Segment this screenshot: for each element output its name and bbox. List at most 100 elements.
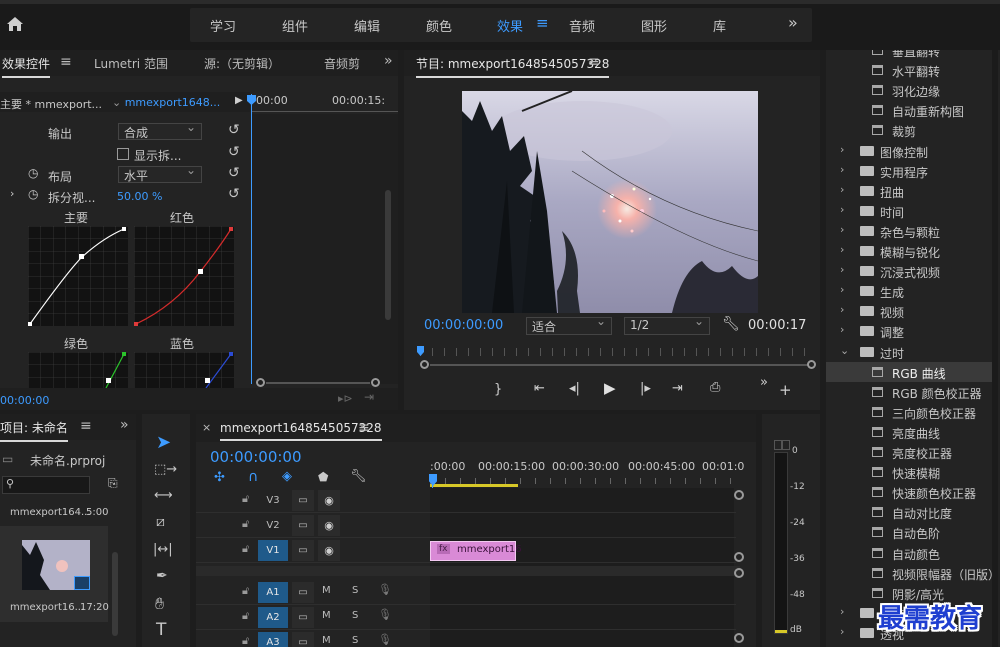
project-menu-icon[interactable]: ≡ xyxy=(80,418,92,434)
work-area-bar[interactable] xyxy=(430,484,518,487)
effects-item[interactable]: 三向颜色校正器 xyxy=(826,402,992,422)
track-select-tool-icon[interactable]: ⬚→ xyxy=(154,462,177,477)
settings-wrench-icon[interactable]: 🔧︎ xyxy=(722,316,740,332)
effects-item[interactable]: 视频限幅器（旧版） xyxy=(826,563,1000,583)
lock-icon[interactable]: 🔓︎ xyxy=(242,542,249,556)
workspace-tab-libraries[interactable]: 库 xyxy=(713,16,726,35)
step-forward-icon[interactable]: |▸ xyxy=(640,381,651,396)
eye-icon[interactable]: ◉ xyxy=(318,490,340,511)
reset-layout-icon[interactable]: ↺ xyxy=(228,165,240,181)
chevron-right-icon[interactable]: › xyxy=(840,223,844,236)
solo-button[interactable]: S xyxy=(352,585,358,596)
lock-icon[interactable]: 🔓︎ xyxy=(242,584,249,598)
program-monitor-title[interactable]: 节目: mmexport1648545057328 xyxy=(416,55,610,78)
output-dropdown[interactable]: 合成 xyxy=(118,123,202,140)
sync-lock-icon[interactable]: ▭ xyxy=(292,515,314,536)
curve-master[interactable] xyxy=(28,226,128,326)
effects-item[interactable]: ›通道 xyxy=(826,643,992,647)
sync-lock-icon[interactable]: ▭ xyxy=(292,540,314,561)
curve-red-graph[interactable] xyxy=(134,226,234,326)
effects-item[interactable]: › 调整 xyxy=(826,321,992,341)
meter-solo-left[interactable] xyxy=(774,440,782,450)
curve-blue-graph[interactable] xyxy=(134,352,234,388)
effects-item[interactable]: 亮度曲线 xyxy=(826,422,992,442)
timeline-timecode[interactable]: 00:00:00:00 xyxy=(210,448,302,466)
lock-icon[interactable]: 🔓︎ xyxy=(242,492,249,506)
sync-lock-icon[interactable]: ▭ xyxy=(292,632,314,647)
play-icon[interactable]: ▶ xyxy=(604,379,616,397)
timeline-settings-icon[interactable]: 🔧︎ xyxy=(350,469,367,484)
split-view-value[interactable]: 50.00 % xyxy=(117,190,162,203)
timeline-ruler[interactable]: :00:00 00:00:15:00 00:00:30:00 00:00:45:… xyxy=(430,454,744,488)
effects-item[interactable]: 裁剪 xyxy=(826,120,992,140)
chevron-right-icon[interactable]: › xyxy=(840,203,844,216)
reset-output-icon[interactable]: ↺ xyxy=(228,122,240,138)
program-scrub-ruler[interactable] xyxy=(420,348,810,356)
track-label[interactable]: V2 xyxy=(258,515,288,536)
effects-item[interactable]: 水平翻转 xyxy=(826,60,992,80)
microphone-icon[interactable]: 🎙︎ xyxy=(378,583,392,596)
track-label[interactable]: A2 xyxy=(258,607,288,628)
show-split-checkbox[interactable] xyxy=(117,148,129,160)
go-to-out-icon[interactable]: ⇥ xyxy=(672,381,683,396)
effects-item[interactable]: 自动重新构图 xyxy=(826,100,992,120)
workspace-tab-assembly[interactable]: 组件 xyxy=(282,16,308,35)
play-clip-icon[interactable]: ▶ xyxy=(235,95,243,106)
ripple-edit-tool-icon[interactable]: ⟷ xyxy=(154,488,173,503)
zoom-left-handle[interactable] xyxy=(256,378,265,387)
track-label[interactable]: V1 xyxy=(258,540,288,561)
effects-item[interactable]: 自动色阶 xyxy=(826,522,992,542)
project-overflow-icon[interactable]: » xyxy=(120,417,129,433)
mute-button[interactable]: M xyxy=(322,610,331,621)
video-scroll-bottom[interactable] xyxy=(734,552,744,562)
tabs-overflow-icon[interactable]: » xyxy=(384,53,393,69)
type-tool-icon[interactable]: T xyxy=(156,620,166,640)
effects-item[interactable]: RGB 曲线 xyxy=(826,361,992,382)
lock-icon[interactable]: 🔓︎ xyxy=(242,517,249,531)
eye-icon[interactable]: ◉ xyxy=(318,540,340,561)
effects-item[interactable]: › 模糊与锐化 xyxy=(826,241,992,261)
workspace-tab-graphics[interactable]: 图形 xyxy=(641,16,667,35)
program-zoom-right[interactable] xyxy=(807,360,816,369)
chevron-right-icon[interactable]: › xyxy=(840,143,844,156)
effects-item[interactable]: › 时间 xyxy=(826,201,992,221)
chevron-right-icon[interactable]: › xyxy=(840,323,844,336)
program-menu-icon[interactable]: ≡ xyxy=(588,54,600,70)
chevron-right-icon[interactable]: › xyxy=(840,163,844,176)
razor-tool-icon[interactable]: ⧄ xyxy=(156,514,165,530)
tab-audio-mixer[interactable]: 音频剪 xyxy=(324,55,360,72)
mute-button[interactable]: M xyxy=(322,635,331,646)
effects-item[interactable]: › 图像控制 xyxy=(826,141,992,161)
sequence-clip-dropdown[interactable]: ⌄ mmexport1648... xyxy=(112,96,220,109)
track-label[interactable]: A3 xyxy=(258,632,288,647)
project-title[interactable]: 项目: 未命名 xyxy=(0,419,68,442)
eye-icon[interactable]: ◉ xyxy=(318,515,340,536)
program-zoom-left[interactable] xyxy=(420,360,429,369)
chevron-right-icon[interactable]: › xyxy=(840,605,844,618)
more-controls-icon[interactable]: » xyxy=(760,375,768,390)
curve-red[interactable] xyxy=(134,226,234,326)
filter-icon[interactable]: ▸⊳ xyxy=(338,392,353,405)
sync-lock-icon[interactable]: ▭ xyxy=(292,490,314,511)
snap-icon[interactable]: ✣ xyxy=(214,470,225,485)
resolution-dropdown[interactable]: 1/2 xyxy=(624,317,710,335)
ec-vertical-scrollbar[interactable] xyxy=(385,190,391,320)
effects-item[interactable]: › 杂色与颗粒 xyxy=(826,221,992,241)
workspace-tab-effects[interactable]: 效果 xyxy=(497,16,523,35)
home-button[interactable] xyxy=(2,10,28,40)
chevron-right-icon[interactable]: › xyxy=(840,183,844,196)
magnet-icon[interactable]: ∩ xyxy=(248,469,258,485)
ec-zoom-slider[interactable] xyxy=(256,378,380,388)
effects-item[interactable]: 垂直翻转 xyxy=(826,50,992,60)
selection-tool-icon[interactable]: ➤ xyxy=(156,432,171,453)
project-search-input[interactable]: ⚲ xyxy=(2,476,90,494)
add-marker-icon[interactable]: ⬟ xyxy=(318,470,328,484)
layout-dropdown[interactable]: 水平 xyxy=(118,166,202,183)
solo-button[interactable]: S xyxy=(352,635,358,646)
add-button-icon[interactable]: + xyxy=(779,381,792,399)
mute-button[interactable]: M xyxy=(322,585,331,596)
audio-scroll-top[interactable] xyxy=(734,568,744,578)
project-item-2[interactable]: mmexport16... 17:20 xyxy=(0,526,109,622)
expand-chevron-icon[interactable]: › xyxy=(10,187,14,200)
effects-item[interactable]: › 沉浸式视频 xyxy=(826,261,992,281)
